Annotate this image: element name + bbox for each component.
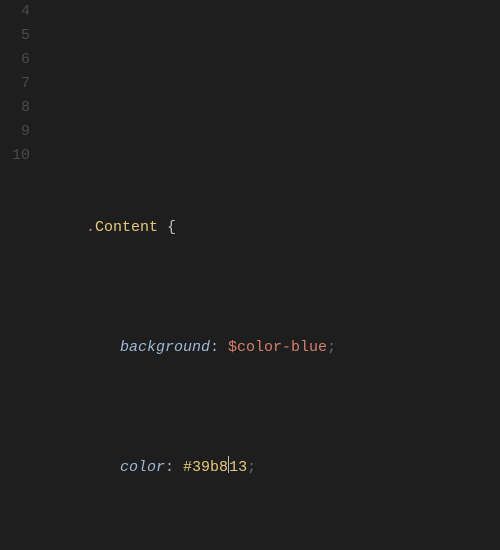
css-selector: .Content xyxy=(86,219,158,236)
code-line[interactable]: background: $color-blue; xyxy=(86,336,500,360)
line-number: 7 xyxy=(0,72,46,96)
code-line[interactable]: .Content { xyxy=(86,216,500,240)
css-property: background xyxy=(120,339,210,356)
line-number: 5 xyxy=(0,24,46,48)
semicolon: ; xyxy=(247,459,256,476)
hex-part-a: #39b8 xyxy=(183,459,228,476)
code-line[interactable]: color: #39b813; xyxy=(86,456,500,480)
line-number: 4 xyxy=(0,0,46,24)
semicolon: ; xyxy=(327,339,336,356)
line-number: 8 xyxy=(0,96,46,120)
selector-name: Content xyxy=(95,219,158,236)
line-number: 6 xyxy=(0,48,46,72)
line-number: 9 xyxy=(0,120,46,144)
css-property: color xyxy=(120,459,165,476)
css-value: $color-blue xyxy=(228,339,327,356)
code-line[interactable] xyxy=(86,96,500,120)
hex-part-b: 13 xyxy=(229,459,247,476)
line-number-gutter: 4 5 6 7 8 9 10 xyxy=(0,0,46,550)
colon: : xyxy=(210,339,219,356)
css-value: #39b813 xyxy=(183,459,247,476)
selector-dot: . xyxy=(86,219,95,236)
brace-open: { xyxy=(167,219,176,236)
code-area[interactable]: .Content { background: $color-blue; colo… xyxy=(46,0,500,550)
line-number: 10 xyxy=(0,144,46,168)
colon: : xyxy=(165,459,174,476)
code-editor[interactable]: 4 5 6 7 8 9 10 .Content { background: $c… xyxy=(0,0,500,550)
